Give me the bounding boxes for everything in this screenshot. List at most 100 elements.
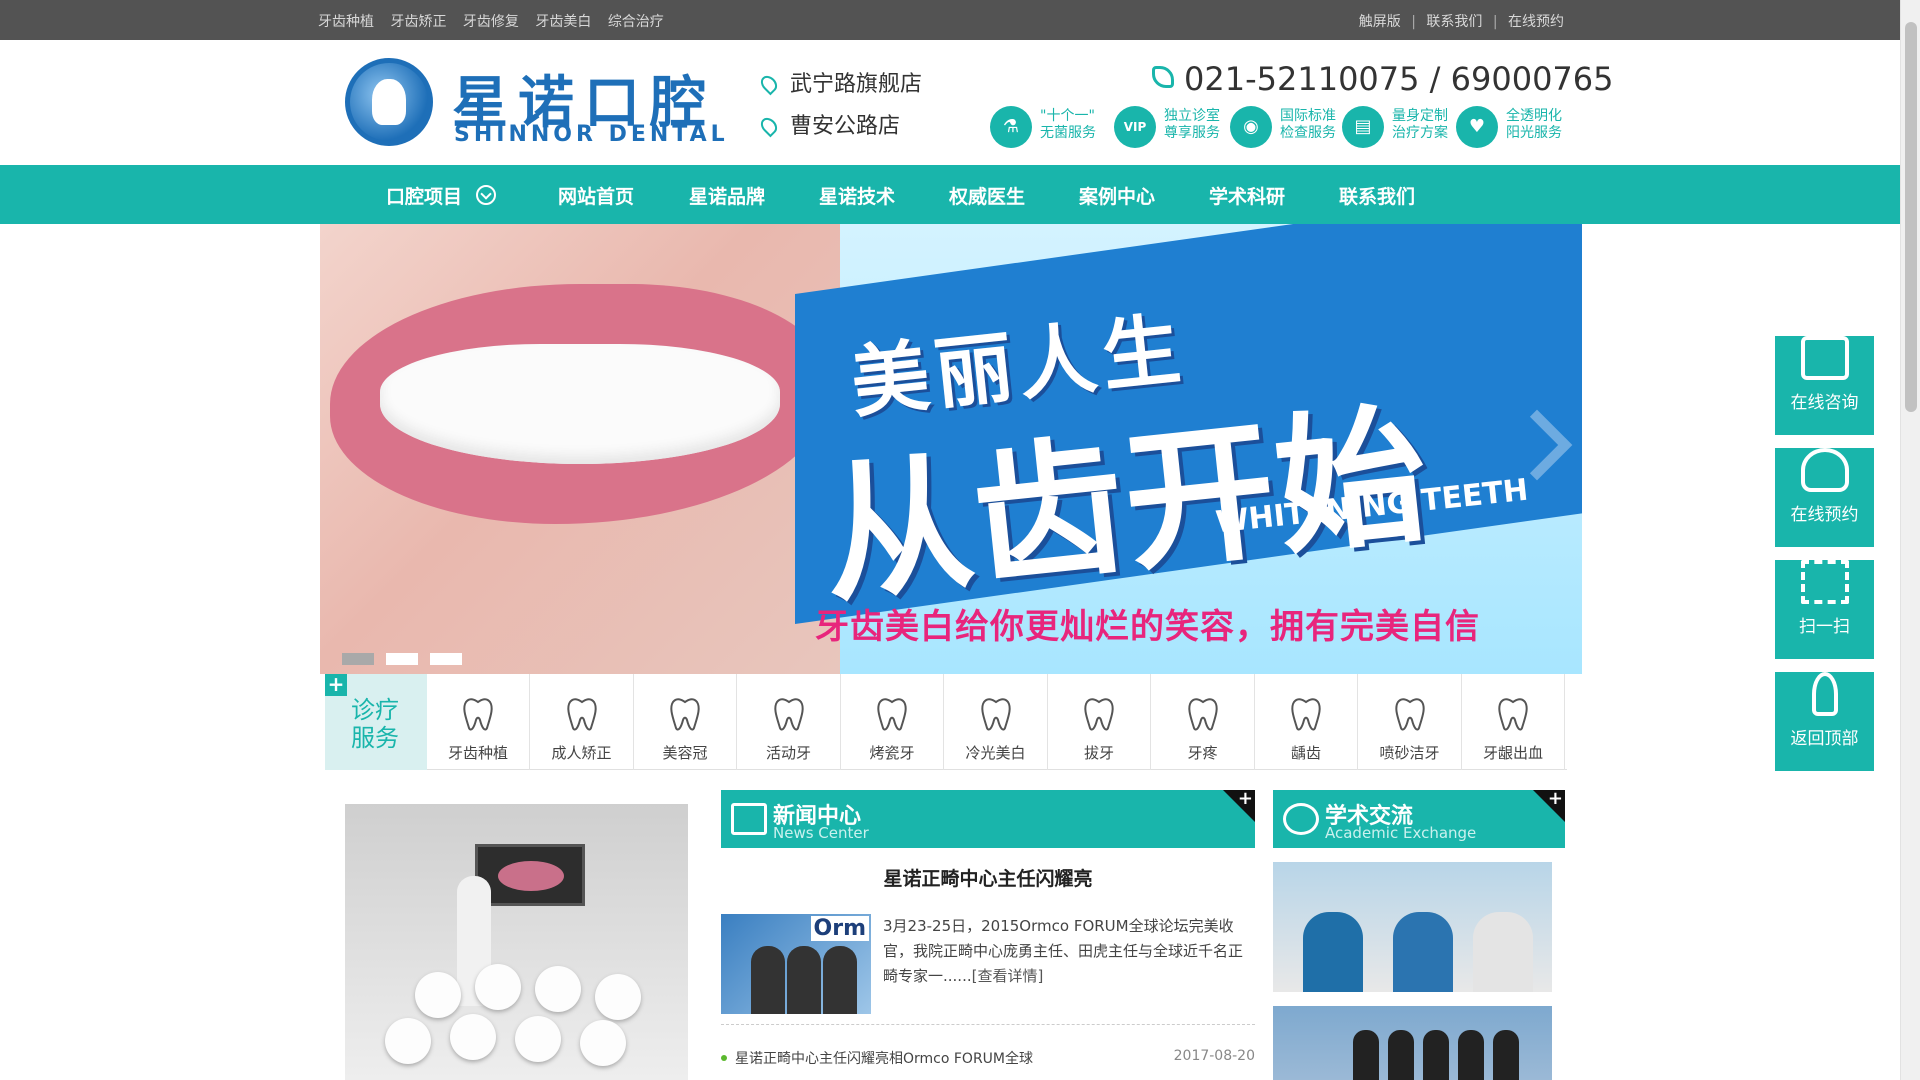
phone-number: 021-52110075 / 69000765	[1152, 60, 1614, 98]
nav-technology[interactable]: 星诺技术	[819, 182, 895, 209]
news-header[interactable]: 新闻中心 News Center +	[721, 788, 1255, 848]
location-pin-icon	[757, 114, 781, 138]
branch-caoan[interactable]: 曹安公路店	[757, 108, 900, 140]
float-label: 扫一扫	[1799, 617, 1850, 637]
scrollbar[interactable]	[1900, 0, 1920, 1080]
news-list-item[interactable]: 星诺正畸中心主任闪耀亮相Ormco FORUM全球 2017-08-20	[721, 1048, 1255, 1068]
smile-image	[320, 224, 840, 674]
tv-screen	[475, 844, 585, 906]
service-item[interactable]: 牙疼	[1152, 674, 1255, 770]
float-label: 在线预约	[1790, 505, 1859, 525]
implant-icon	[463, 698, 493, 731]
main-nav: 口腔项目 网站首页 星诺品牌 星诺技术 权威医生 案例中心 学术科研 联系我们	[0, 165, 1900, 224]
location-pin-icon	[757, 72, 781, 96]
nav-doctors[interactable]: 权威医生	[949, 182, 1025, 209]
next-arrow-icon[interactable]	[1512, 414, 1552, 474]
person-figure	[823, 946, 857, 1014]
plus-icon[interactable]: +	[1238, 788, 1253, 809]
plus-icon[interactable]: +	[1548, 788, 1563, 809]
top-link-implant[interactable]: 牙齿种植	[318, 14, 374, 30]
person-figure	[1393, 912, 1453, 992]
service-item[interactable]: 拔牙	[1048, 674, 1151, 770]
branch-wuning[interactable]: 武宁路旗舰店	[757, 66, 923, 98]
nav-brand[interactable]: 星诺品牌	[689, 182, 765, 209]
service-item[interactable]: 龋齿	[1255, 674, 1358, 770]
top-link-whitening[interactable]: 牙齿美白	[535, 14, 591, 30]
person-figure	[787, 946, 821, 1014]
top-link-orthodontics[interactable]: 牙齿矫正	[390, 14, 446, 30]
scrollbar-thumb[interactable]	[1905, 22, 1917, 412]
service-label: 冷光美白	[965, 744, 1026, 762]
float-label: 在线咨询	[1790, 393, 1859, 413]
hero-banner[interactable]: 美丽人生 从齿开始 WHITENING TEETH 牙齿美白给你更灿烂的笑容，拥…	[320, 224, 1582, 674]
headset-icon	[1800, 448, 1849, 492]
cleaning-icon	[1394, 698, 1425, 731]
nav-contact[interactable]: 联系我们	[1339, 182, 1415, 209]
child-figure	[595, 974, 641, 1020]
mobile-version-link[interactable]: 触屏版	[1359, 14, 1401, 30]
service-label: 拔牙	[1083, 744, 1114, 762]
eye-icon: ◉	[1230, 106, 1272, 148]
online-consult-button[interactable]: 在线咨询	[1775, 336, 1874, 436]
slider-dot[interactable]	[386, 653, 418, 665]
service-item[interactable]: 美容冠	[634, 674, 737, 770]
top-link-comprehensive[interactable]: 综合治疗	[608, 14, 664, 30]
person-figure	[751, 946, 785, 1014]
news-heading-en: News Center	[773, 824, 869, 842]
read-more-link[interactable]: [查看详情]	[972, 967, 1044, 985]
clinic-photo[interactable]	[345, 804, 688, 1080]
extraction-icon	[1084, 698, 1114, 731]
services-bar: + 诊疗 服务 牙齿种植 成人矫正 美容冠 活动牙 烤瓷牙 冷光美白 拔牙 牙疼 龋齿 喷砂洁牙 牙…	[325, 674, 1567, 770]
refresh-icon	[1283, 803, 1319, 835]
online-booking-button[interactable]: 在线预约	[1775, 448, 1874, 548]
book-icon	[731, 803, 767, 835]
service-item[interactable]: 喷砂洁牙	[1359, 674, 1462, 770]
slider-dot[interactable]	[430, 653, 462, 665]
news-featured-title[interactable]: 星诺正畸中心主任闪耀亮	[721, 864, 1255, 891]
service-label: 牙疼	[1187, 744, 1218, 762]
child-figure	[385, 1018, 431, 1064]
nav-label: 口腔项目	[386, 186, 463, 208]
slider-dot[interactable]	[342, 653, 374, 665]
service-label: 喷砂洁牙	[1379, 744, 1440, 762]
logo-text-en[interactable]: SHINNOR DENTAL	[454, 122, 729, 147]
online-booking-link[interactable]: 在线预约	[1508, 14, 1564, 30]
service-item[interactable]: 牙齿种植	[427, 674, 530, 770]
news-thumbnail[interactable]: Orm	[721, 914, 871, 1014]
chevron-down-icon	[476, 185, 497, 205]
person-figure	[1388, 1030, 1414, 1080]
service-item[interactable]: 牙龈出血	[1462, 674, 1565, 770]
back-to-top-button[interactable]: 返回顶部	[1775, 672, 1874, 772]
service-item[interactable]: 活动牙	[738, 674, 841, 770]
scan-qr-button[interactable]: 扫一扫	[1775, 560, 1874, 660]
branch-label: 武宁路旗舰店	[790, 72, 923, 97]
teeth-shape	[380, 344, 780, 464]
top-link-restoration[interactable]: 牙齿修复	[463, 14, 519, 30]
academic-photo-1[interactable]	[1273, 862, 1552, 992]
nav-research[interactable]: 学术科研	[1209, 182, 1285, 209]
person-figure	[1303, 912, 1363, 992]
float-sidebar: 在线咨询 在线预约 扫一扫 返回顶部	[1775, 324, 1874, 772]
cavity-icon	[1291, 698, 1321, 731]
logo-icon[interactable]	[345, 58, 433, 146]
person-figure	[1493, 1030, 1519, 1080]
child-figure	[450, 1014, 496, 1060]
top-right-links: 触屏版 | 联系我们 | 在线预约	[1359, 11, 1564, 31]
header: 星诺口腔 SHINNOR DENTAL 武宁路旗舰店 曹安公路店 021-521…	[0, 40, 1900, 165]
flask-icon: ⚗	[990, 106, 1032, 148]
academic-photo-2[interactable]	[1273, 1006, 1552, 1080]
nav-home[interactable]: 网站首页	[558, 182, 634, 209]
nav-cases[interactable]: 案例中心	[1079, 182, 1155, 209]
service-item[interactable]: 成人矫正	[531, 674, 634, 770]
academic-heading-en: Academic Exchange	[1325, 824, 1477, 842]
person-figure	[1353, 1030, 1379, 1080]
nav-dental-projects[interactable]: 口腔项目	[386, 182, 497, 209]
service-item[interactable]: 烤瓷牙	[841, 674, 944, 770]
academic-header[interactable]: 学术交流 Academic Exchange +	[1273, 788, 1565, 848]
badge-text: "十个一" 无菌服务	[1040, 108, 1096, 141]
child-figure	[535, 966, 581, 1012]
slider-dots	[342, 650, 474, 669]
service-item[interactable]: 冷光美白	[945, 674, 1048, 770]
contact-us-link[interactable]: 联系我们	[1426, 14, 1482, 30]
toothache-icon	[1187, 698, 1218, 731]
